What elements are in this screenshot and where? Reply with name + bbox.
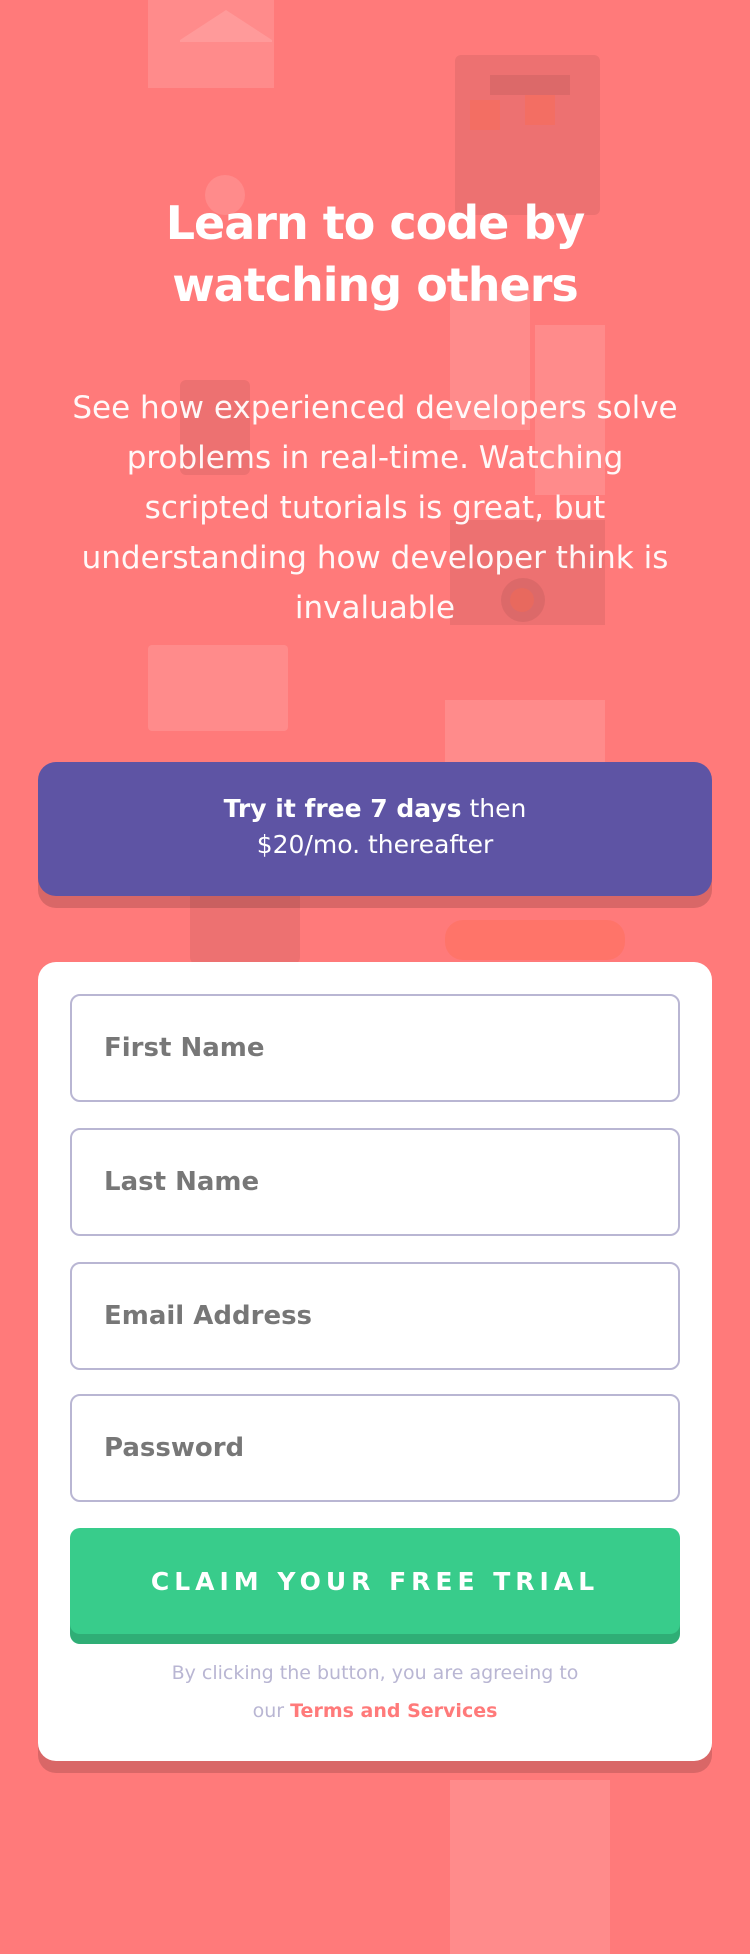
terms-link[interactable]: Terms and Services	[290, 1700, 497, 1722]
first-name-input[interactable]	[70, 994, 680, 1102]
claim-free-trial-button[interactable]: Claim your free trial	[70, 1528, 680, 1634]
trial-banner-bold: Try it free 7 days	[223, 794, 462, 823]
trial-banner-then: then	[461, 794, 527, 823]
page-title: Learn to code by watching others	[0, 192, 750, 316]
title-line-1: Learn to code by	[165, 196, 586, 250]
last-name-input[interactable]	[70, 1128, 680, 1236]
terms-notice-text: By clicking the button, you are agreeing…	[171, 1662, 579, 1684]
password-input[interactable]	[70, 1394, 680, 1502]
email-input[interactable]	[70, 1262, 680, 1370]
title-line-2: watching others	[172, 258, 579, 312]
signup-form: Claim your free trial By clicking the bu…	[38, 962, 712, 1761]
page-subtitle: See how experienced developers solve pro…	[72, 390, 678, 626]
trial-banner: Try it free 7 days then $20/mo. thereaft…	[38, 762, 712, 896]
terms-notice: By clicking the button, you are agreeing…	[70, 1654, 680, 1730]
trial-banner-price: $20/mo. thereafter	[256, 830, 494, 859]
terms-notice-prefix: our	[252, 1700, 291, 1722]
